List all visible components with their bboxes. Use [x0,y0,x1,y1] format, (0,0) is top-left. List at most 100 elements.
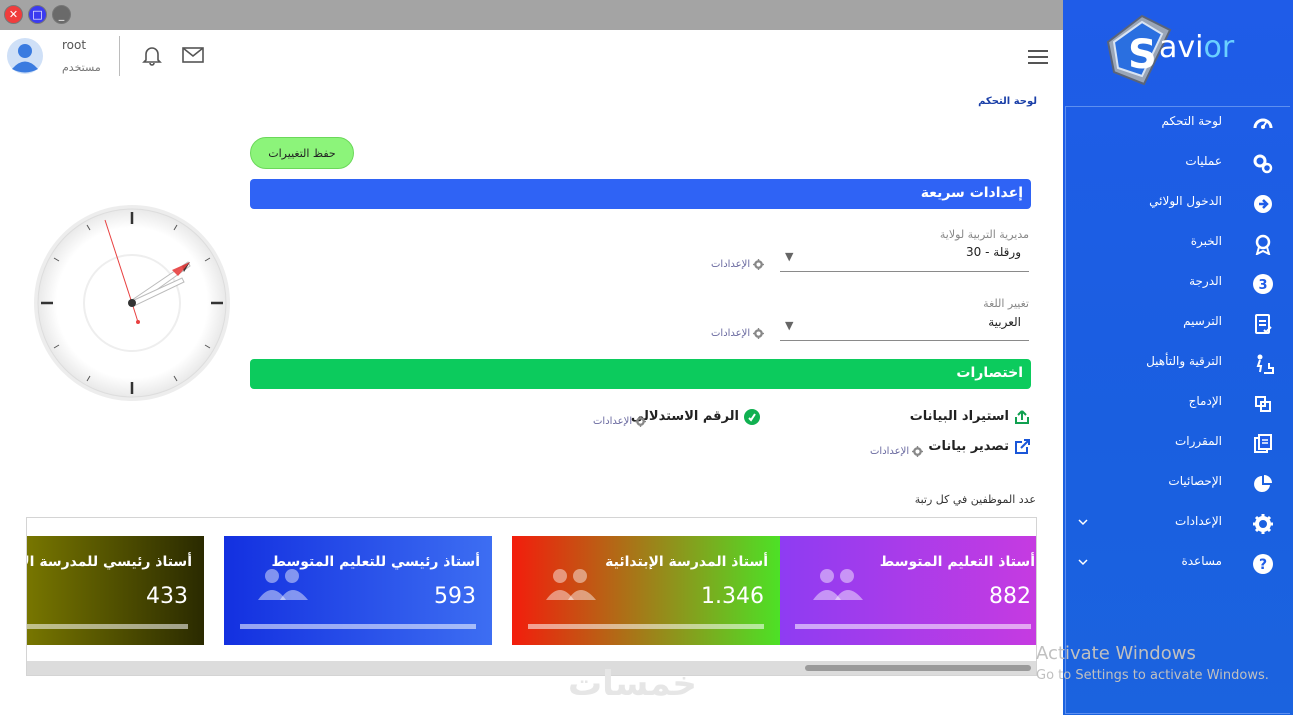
sidebar-item-promotion[interactable]: الترقية والتأهيل [1065,344,1290,384]
rank-card-title: أستاذ المدرسة الإبتدائية [605,554,768,570]
svg-text:3: 3 [1258,278,1267,293]
rank-card-count: 882 [989,584,1031,609]
save-changes-button[interactable]: حفظ التغييرات [250,137,354,169]
sidebar-item-label: مساعدة [1181,554,1222,568]
index-number-settings-link[interactable]: الإعدادات [593,416,647,427]
language-label: تغيير اللغة [983,297,1029,310]
rank-card-primary-teacher[interactable]: أستاذ المدرسة الإبتدائية 1.346 [512,536,780,645]
rank-card-bar [528,624,764,629]
arrow-circle-right-icon [1254,195,1272,213]
language-select-underline [780,340,1029,341]
logo-wordmark: avior [1159,30,1234,65]
sidebar-item-operations[interactable]: عمليات [1065,144,1290,184]
employees-per-rank-title: عدد الموظفين في كل رتبة [914,493,1036,506]
rank-card-senior-middle-teacher[interactable]: أستاذ رئيسي للتعليم المتوسط 593 [224,536,492,645]
users-icon [546,569,596,600]
chevron-down-icon[interactable] [1077,516,1089,528]
sidebar-item-statistics[interactable]: الإحصائيات [1065,464,1290,504]
rank-card-bar [795,624,1031,629]
quick-settings-title: إعدادات سريعة [920,185,1023,201]
logo-wordmark-a: avi [1159,30,1204,65]
language-settings-link[interactable]: الإعدادات [711,328,765,339]
number-3-circle-icon: 3 [1253,274,1273,294]
sidebar-item-label: عمليات [1185,154,1222,168]
documents-icon [1254,434,1272,453]
dropdown-arrow-icon[interactable]: ▼ [785,250,793,263]
sidebar-item-integration[interactable]: الإدماج [1065,384,1290,424]
sidebar-item-decisions[interactable]: المقررات [1065,424,1290,464]
file-check-icon [1255,314,1272,334]
gear-icon [635,416,647,427]
dropdown-arrow-icon[interactable]: ▼ [785,319,793,332]
window-minimize-button[interactable]: _ [52,5,71,24]
rank-card-middle-teacher[interactable]: أستاذ التعليم المتوسط 882 [779,536,1036,645]
settings-link-label: الإعدادات [593,416,633,427]
sidebar-item-label: الدخول الولائي [1149,194,1222,208]
shortcuts-header: اختصارات [250,359,1031,389]
sidebar-item-label: الدرجة [1189,274,1222,288]
sidebar-item-provincial-entry[interactable]: الدخول الولائي [1065,184,1290,224]
rank-card-count: 593 [434,584,476,609]
language-select-value[interactable]: العربية [988,315,1021,329]
directorate-settings-link[interactable]: الإعدادات [711,259,765,270]
directorate-select-value[interactable]: 30 - ورقلة [966,245,1021,259]
sidebar-item-dashboard[interactable]: لوحة التحكم [1065,104,1290,144]
import-data-shortcut[interactable]: استيراد البيانات [910,409,1009,424]
menu-icon[interactable] [1027,48,1049,66]
sidebar-item-settings[interactable]: الإعدادات [1065,504,1290,544]
rank-card-bar [240,624,476,629]
rank-card-title: أستاذ رئيسي للمدرسة الإبتدائية [27,554,192,570]
settings-link-label: الإعدادات [711,328,751,339]
chevron-down-icon[interactable] [1077,556,1089,568]
sidebar-item-experience[interactable]: الخبرة [1065,224,1290,264]
stairs-person-icon [1256,354,1274,374]
user-role: مستخدم [62,61,101,74]
title-bar: ✕ □ _ [0,0,1063,30]
export-data-shortcut[interactable]: تصدير بيانات [928,439,1009,454]
rank-card-title: أستاذ التعليم المتوسط [879,554,1035,570]
sidebar-item-tenure[interactable]: الترسيم [1065,304,1290,344]
window-maximize-button[interactable]: □ [28,5,47,24]
window-close-button[interactable]: ✕ [4,5,23,24]
users-icon [813,569,863,600]
rank-card-title: أستاذ رئيسي للتعليم المتوسط [271,554,480,570]
gear-icon [1253,514,1273,534]
mail-icon[interactable] [181,45,205,65]
horizontal-scrollbar-thumb[interactable] [805,665,1031,671]
header-divider [119,36,120,76]
settings-link-label: الإعدادات [870,446,910,457]
gear-icon [753,328,765,339]
index-number-shortcut[interactable]: الرقم الاستدلالى [631,409,739,424]
breadcrumb[interactable]: لوحة التحكم [978,96,1037,107]
dashboard-gauge-icon [1253,118,1273,129]
export-icon[interactable] [1013,438,1031,456]
bell-icon[interactable] [141,44,163,66]
rank-card-count: 1.346 [701,584,764,609]
analog-clock [34,205,230,401]
gear-icon [753,259,765,270]
sidebar-item-label: الخبرة [1190,234,1222,248]
import-icon[interactable] [1013,408,1031,426]
gears-icon [1253,154,1273,174]
sidebar-item-grade[interactable]: الدرجة 3 [1065,264,1290,304]
username: root [62,38,87,52]
rank-card-senior-primary-teacher[interactable]: أستاذ رئيسي للمدرسة الإبتدائية 433 [27,536,204,645]
activate-windows-title: Activate Windows [1036,643,1196,664]
pie-chart-icon [1254,475,1272,492]
settings-link-label: الإعدادات [711,259,751,270]
award-icon [1255,234,1271,255]
users-icon [258,569,308,600]
app-window: ✕ □ _ S avior لوحة التحكم عمليات الدخول … [0,0,1293,715]
directorate-label: مديرية التربية لولاية [939,228,1029,241]
rank-cards-scroller[interactable]: أستاذ التعليم المتوسط 882 أستاذ المدرسة … [26,517,1037,676]
link-badge-icon[interactable] [743,408,761,426]
watermark-text: خمسات [568,664,697,704]
sidebar-item-label: الإحصائيات [1168,474,1222,488]
directorate-select-underline [780,271,1029,272]
export-settings-link[interactable]: الإعدادات [870,446,924,457]
shortcuts-title: اختصارات [956,365,1023,381]
rank-card-count: 433 [146,584,188,609]
sidebar-item-help[interactable]: مساعدة ? [1065,544,1290,584]
avatar[interactable] [7,38,43,74]
sidebar-item-label: الترسيم [1183,314,1222,328]
